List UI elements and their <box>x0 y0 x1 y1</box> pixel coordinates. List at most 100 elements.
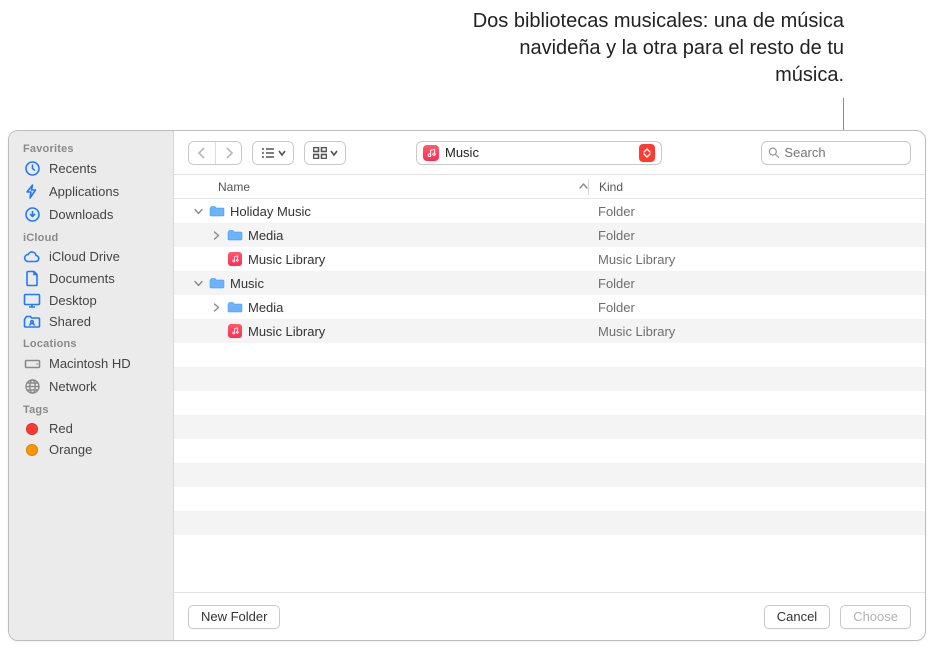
empty-row <box>174 391 925 415</box>
sidebar-group-label: iCloud <box>9 226 173 246</box>
folder-icon <box>226 301 244 313</box>
cancel-button[interactable]: Cancel <box>764 605 830 629</box>
file-row[interactable]: Media Folder <box>174 295 925 319</box>
empty-row <box>174 367 925 391</box>
file-kind: Music Library <box>588 324 911 339</box>
file-list: Holiday Music Folder Media Folder Music Libr… <box>174 199 925 592</box>
folder-icon <box>226 229 244 241</box>
sidebar-item-label: Recents <box>49 161 163 176</box>
file-kind: Folder <box>588 276 911 291</box>
empty-row <box>174 343 925 367</box>
location-popup[interactable]: Music <box>416 141 662 165</box>
file-name: Media <box>248 228 283 243</box>
sidebar-item-label: Orange <box>49 442 163 457</box>
tag-dot <box>23 423 41 435</box>
sidebar-item-orange[interactable]: Orange <box>9 439 173 460</box>
annotation-connector <box>843 98 844 133</box>
music-library-icon <box>226 324 244 338</box>
download-icon <box>23 206 41 223</box>
file-kind: Folder <box>588 228 911 243</box>
dialog-footer: New Folder Cancel Choose <box>174 592 925 640</box>
folder-icon <box>208 205 226 217</box>
disclosure-triangle-icon[interactable] <box>192 279 204 288</box>
apps-icon <box>23 183 41 200</box>
group-by-button[interactable] <box>304 141 346 165</box>
column-kind-label: Kind <box>599 180 623 194</box>
file-kind: Folder <box>588 204 911 219</box>
file-kind: Folder <box>588 300 911 315</box>
tag-dot <box>23 444 41 456</box>
empty-row <box>174 487 925 511</box>
empty-row <box>174 439 925 463</box>
music-app-icon <box>423 145 439 161</box>
empty-row <box>174 511 925 535</box>
sidebar-item-label: Network <box>49 379 163 394</box>
clock-icon <box>23 160 41 177</box>
sidebar-item-label: Desktop <box>49 293 163 308</box>
column-headers: Name Kind <box>174 175 925 199</box>
sidebar-item-recents[interactable]: Recents <box>9 157 173 180</box>
file-row[interactable]: Music Library Music Library <box>174 319 925 343</box>
sidebar-item-downloads[interactable]: Downloads <box>9 203 173 226</box>
column-name[interactable]: Name <box>188 180 588 194</box>
empty-row <box>174 463 925 487</box>
sort-asc-icon <box>579 182 588 191</box>
desktop-icon <box>23 293 41 308</box>
group-button[interactable] <box>305 142 345 164</box>
location-label: Music <box>445 145 633 160</box>
toolbar: Music <box>174 131 925 175</box>
file-kind: Music Library <box>588 252 911 267</box>
view-mode-list-button[interactable] <box>252 141 294 165</box>
sidebar-item-label: Red <box>49 421 163 436</box>
sidebar-group-label: Favorites <box>9 137 173 157</box>
sidebar-group-label: Tags <box>9 398 173 418</box>
search-input[interactable] <box>784 145 904 160</box>
cloud-icon <box>23 250 41 264</box>
sidebar-group-label: Locations <box>9 332 173 352</box>
search-field[interactable] <box>761 141 911 165</box>
sidebar-item-shared[interactable]: Shared <box>9 311 173 332</box>
file-name: Music Library <box>248 324 325 339</box>
sidebar-item-label: Shared <box>49 314 163 329</box>
file-row[interactable]: Music Folder <box>174 271 925 295</box>
search-icon <box>768 146 779 159</box>
sidebar: Favorites Recents Applications Downloads iCl… <box>9 131 174 640</box>
doc-icon <box>23 270 41 287</box>
sidebar-item-label: Documents <box>49 271 163 286</box>
new-folder-button[interactable]: New Folder <box>188 605 280 629</box>
sidebar-item-red[interactable]: Red <box>9 418 173 439</box>
column-kind[interactable]: Kind <box>589 180 911 194</box>
shared-icon <box>23 314 41 329</box>
disclosure-triangle-icon[interactable] <box>210 303 222 312</box>
file-name: Music Library <box>248 252 325 267</box>
disclosure-triangle-icon[interactable] <box>192 207 204 216</box>
sidebar-item-label: Downloads <box>49 207 163 222</box>
file-name: Holiday Music <box>230 204 311 219</box>
file-row[interactable]: Holiday Music Folder <box>174 199 925 223</box>
sidebar-item-network[interactable]: Network <box>9 375 173 398</box>
hdd-icon <box>23 355 41 372</box>
nav-forward-button[interactable] <box>215 142 241 164</box>
sidebar-item-icloud-drive[interactable]: iCloud Drive <box>9 246 173 267</box>
file-row[interactable]: Media Folder <box>174 223 925 247</box>
sidebar-item-applications[interactable]: Applications <box>9 180 173 203</box>
file-row[interactable]: Music Library Music Library <box>174 247 925 271</box>
stepper-icon <box>639 144 655 162</box>
nav-back-button[interactable] <box>189 142 215 164</box>
globe-icon <box>23 378 41 395</box>
finder-open-panel: Favorites Recents Applications Downloads iCl… <box>8 130 926 641</box>
main-pane: Music Name Ki <box>174 131 925 640</box>
choose-button[interactable]: Choose <box>840 605 911 629</box>
disclosure-triangle-icon[interactable] <box>210 231 222 240</box>
empty-row <box>174 415 925 439</box>
view-list-button[interactable] <box>253 142 293 164</box>
file-name: Media <box>248 300 283 315</box>
file-name: Music <box>230 276 264 291</box>
sidebar-item-macintosh-hd[interactable]: Macintosh HD <box>9 352 173 375</box>
folder-icon <box>208 277 226 289</box>
sidebar-item-desktop[interactable]: Desktop <box>9 290 173 311</box>
sidebar-item-documents[interactable]: Documents <box>9 267 173 290</box>
nav-back-forward <box>188 141 242 165</box>
annotation-caption: Dos bibliotecas musicales: una de música… <box>464 8 844 89</box>
sidebar-item-label: Macintosh HD <box>49 356 163 371</box>
